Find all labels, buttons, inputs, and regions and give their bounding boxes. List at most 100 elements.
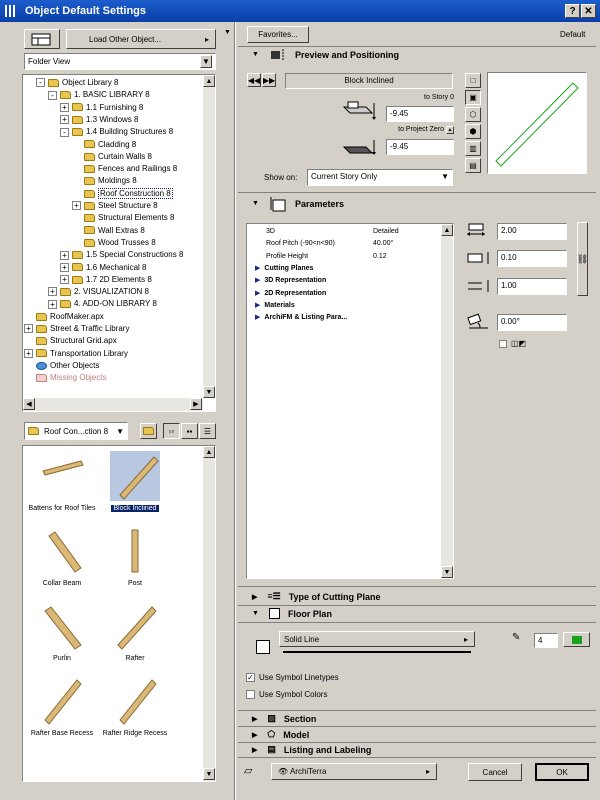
dimension-b-input[interactable]: 0.10 — [497, 250, 567, 267]
expand-icon[interactable]: + — [24, 324, 33, 334]
tree-item[interactable]: + Steel Structure 8 — [72, 200, 158, 212]
ok-button[interactable]: OK — [535, 763, 589, 781]
scroll-up-icon[interactable]: ▲ — [203, 446, 215, 458]
thumbs-vertical-scrollbar[interactable] — [203, 446, 215, 781]
preview-section-header[interactable]: ▼ Preview and Positioning — [238, 46, 596, 63]
list-view-button[interactable]: ☰ — [199, 423, 216, 439]
tree-item[interactable]: Structural Elements 8 — [72, 212, 174, 224]
use-symbol-linetypes-checkbox[interactable]: ✓ — [246, 673, 255, 682]
mirror-checkbox[interactable] — [499, 340, 507, 348]
parameter-row[interactable]: ▶ 3D Representation — [255, 275, 326, 287]
scroll-left-icon[interactable]: ◀ — [23, 398, 35, 410]
tree-item[interactable]: Roof Construction 8 — [72, 187, 173, 200]
object-thumbnail[interactable]: Rafter Base Recess — [22, 674, 102, 737]
layer-select[interactable]: 👁 ArchiTerra ▸ — [271, 763, 437, 780]
expand-icon[interactable]: + — [24, 348, 33, 358]
tree-item[interactable]: +2. VISUALIZATION 8 — [48, 286, 149, 298]
dimension-a-input[interactable]: 2.00 — [497, 223, 567, 240]
tree-item[interactable]: Moldings 8 — [72, 175, 137, 187]
to-project-zero-input[interactable]: -9.45 — [386, 139, 454, 155]
load-other-object-button[interactable]: Load Other Object... ▸ — [66, 29, 216, 49]
tree-item[interactable]: Other Objects — [24, 360, 99, 372]
object-thumbnail[interactable]: Post — [95, 524, 175, 587]
parameter-row[interactable]: ▶ Materials — [255, 300, 295, 312]
expand-icon[interactable]: + — [72, 201, 81, 211]
tree-vertical-scrollbar[interactable] — [203, 75, 215, 398]
floor-plan-section-header[interactable]: ▼ Floor Plan — [238, 605, 596, 622]
folder-view-select[interactable]: Folder View ▼ — [24, 53, 216, 70]
height-input[interactable]: 1.00 — [497, 278, 567, 295]
parameter-row[interactable]: Roof Pitch (-90<n<90) — [266, 238, 335, 250]
parameters-section-header[interactable]: ▼ Parameters — [238, 195, 596, 212]
view-3d-button[interactable]: ⬡ — [465, 107, 481, 122]
parameter-row[interactable]: ▶ ArchiFM & Listing Para... — [255, 312, 347, 324]
parameter-value[interactable]: 0.12 — [373, 251, 387, 263]
scroll-right-icon[interactable]: ▶ — [190, 398, 202, 410]
tree-item[interactable]: + Street & Traffic Library — [24, 323, 129, 335]
tree-item[interactable]: Cladding 8 — [72, 139, 136, 151]
scroll-up-icon[interactable]: ▲ — [203, 75, 215, 87]
view-mode-button[interactable] — [24, 29, 60, 49]
folder-up-button[interactable] — [140, 423, 157, 439]
tree-item[interactable]: +1.1 Furnishing 8 — [60, 102, 143, 114]
favorites-button[interactable]: Favorites... — [247, 26, 309, 43]
tree-item[interactable]: Missing Objects — [24, 372, 106, 384]
model-section-header[interactable]: ▶ ⬠ Model — [238, 727, 596, 742]
current-folder-select[interactable]: Roof Con...ction 8 ▼ — [24, 422, 128, 440]
expand-icon[interactable]: + — [60, 115, 69, 125]
tree-item[interactable]: +4. ADD-ON LIBRARY 8 — [48, 298, 157, 310]
tree-item[interactable]: Structural Grid.apx — [24, 335, 117, 347]
rotation-angle-input[interactable]: 0.00° — [497, 314, 567, 331]
parameter-row[interactable]: ▶ 2D Representation — [255, 288, 326, 300]
scroll-up-icon[interactable]: ▲ — [441, 224, 453, 236]
params-vertical-scrollbar[interactable] — [441, 224, 453, 578]
help-button[interactable]: ? — [565, 4, 580, 18]
collapse-icon[interactable]: - — [36, 78, 45, 88]
object-thumbnail[interactable]: Purlin — [22, 599, 102, 662]
scroll-down-icon[interactable]: ▼ — [203, 386, 215, 398]
tree-item[interactable]: Fences and Railings 8 — [72, 163, 177, 175]
expand-icon[interactable]: + — [60, 262, 69, 272]
next-object-button[interactable]: ▶▶ — [262, 73, 276, 87]
expand-icon[interactable]: + — [48, 299, 57, 309]
section-section-header[interactable]: ▶ ▨ Section — [238, 711, 596, 726]
close-button[interactable]: ✕ — [581, 4, 596, 18]
line-type-select[interactable]: Solid Line ▸ — [279, 631, 475, 647]
parameter-value[interactable]: Detailed — [373, 226, 399, 238]
previous-object-button[interactable]: ◀◀ — [247, 73, 261, 87]
parameter-row[interactable]: 3D — [266, 226, 275, 238]
listing-section-header[interactable]: ▶ ▤ Listing and Labeling — [238, 742, 596, 757]
expand-icon[interactable]: + — [60, 275, 69, 285]
pen-color-button[interactable] — [563, 632, 590, 647]
parameter-row[interactable]: ▶ Cutting Planes — [255, 263, 313, 275]
tree-item[interactable]: - 1. BASIC LIBRARY 8 — [48, 89, 150, 101]
pen-number-input[interactable]: 4 — [534, 633, 558, 648]
tree-item[interactable]: +1.7 2D Elements 8 — [60, 274, 152, 286]
cutting-plane-section-header[interactable]: ▶ ≡☰ Type of Cutting Plane — [238, 588, 596, 605]
tree-item[interactable]: + Transportation Library — [24, 348, 128, 360]
tree-item[interactable]: +1.3 Windows 8 — [60, 114, 138, 126]
view-section-button[interactable]: ▥ — [465, 141, 481, 156]
show-on-select[interactable]: Current Story Only ▼ — [307, 169, 453, 186]
view-elevation-button[interactable]: ▤ — [465, 158, 481, 173]
object-thumbnail[interactable]: Battens for Roof Tiles — [22, 449, 102, 512]
scroll-down-icon[interactable]: ▼ — [441, 566, 453, 578]
object-thumbnail[interactable]: Rafter — [95, 599, 175, 662]
tree-horizontal-scrollbar[interactable] — [23, 398, 203, 411]
tree-item[interactable]: Wood Trusses 8 — [72, 237, 156, 249]
tree-item[interactable]: Wall Extras 8 — [72, 225, 145, 237]
expand-icon[interactable]: + — [48, 287, 57, 297]
collapse-icon[interactable]: - — [60, 127, 69, 137]
dropdown-arrow-icon[interactable]: ▲ — [446, 126, 454, 134]
view-solid-button[interactable]: ⬢ — [465, 124, 481, 139]
scroll-down-icon[interactable]: ▼ — [203, 768, 215, 780]
expand-icon[interactable]: + — [60, 250, 69, 260]
tree-item[interactable]: - 1.4 Building Structures 8 — [60, 126, 173, 138]
parameter-value[interactable]: 40.00° — [373, 238, 393, 250]
cancel-button[interactable]: Cancel — [468, 763, 522, 781]
parameter-row[interactable]: Profile Height — [266, 251, 308, 263]
tree-item[interactable]: RoofMaker.apx — [24, 311, 104, 323]
use-symbol-colors-checkbox[interactable] — [246, 690, 255, 699]
collapse-arrow-icon[interactable]: ▼ — [224, 29, 231, 36]
view-top-button[interactable]: □ — [465, 73, 481, 88]
